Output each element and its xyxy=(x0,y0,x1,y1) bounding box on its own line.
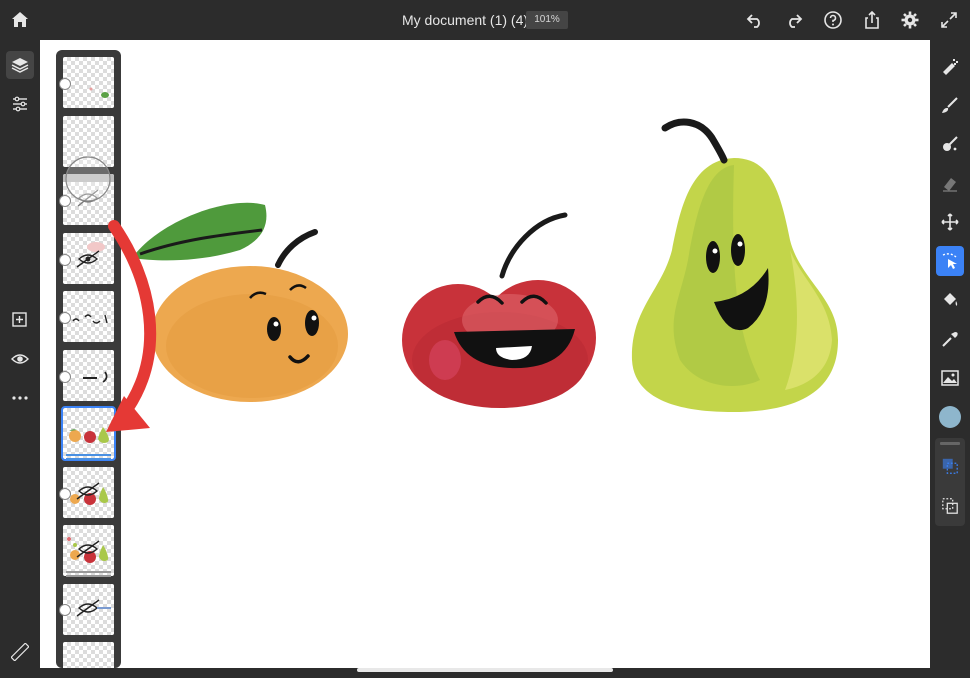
layer-link-icon[interactable] xyxy=(59,488,71,500)
color-swatch[interactable] xyxy=(939,406,961,428)
layer-link-icon[interactable] xyxy=(59,254,71,266)
pixel-brush-icon[interactable] xyxy=(936,51,964,81)
home-icon[interactable] xyxy=(9,9,31,31)
right-toolbar xyxy=(930,40,970,678)
layer-thumbnail[interactable] xyxy=(63,642,114,668)
layer-link-icon[interactable] xyxy=(59,312,71,324)
layer-group-divider xyxy=(66,454,111,456)
more-icon[interactable] xyxy=(6,384,34,412)
layer-link-icon[interactable] xyxy=(59,78,71,90)
layers-panel xyxy=(56,50,121,668)
help-icon[interactable] xyxy=(822,9,844,31)
layer-group-divider xyxy=(66,575,111,577)
layer-thumbnail-selected[interactable] xyxy=(61,406,116,461)
group-handle xyxy=(940,442,960,445)
fullscreen-icon[interactable] xyxy=(938,9,960,31)
layer-group-divider xyxy=(66,571,111,573)
undo-icon[interactable] xyxy=(744,9,766,31)
eyedropper-icon[interactable] xyxy=(936,324,964,354)
layer-thumbnail[interactable] xyxy=(63,525,114,576)
touch-loupe xyxy=(65,156,111,202)
layer-link-icon[interactable] xyxy=(59,604,71,616)
visibility-icon[interactable] xyxy=(6,345,34,373)
share-icon[interactable] xyxy=(861,9,883,31)
eraser-icon[interactable] xyxy=(936,168,964,198)
fill-icon[interactable] xyxy=(936,285,964,315)
apple-drawing xyxy=(402,212,596,408)
orange-drawing xyxy=(132,202,348,402)
vector-brush-icon[interactable] xyxy=(936,129,964,159)
selection-tools-group xyxy=(935,438,965,526)
layers-icon[interactable] xyxy=(6,51,34,79)
home-indicator[interactable] xyxy=(357,668,613,672)
left-toolbar xyxy=(0,40,40,678)
live-brush-icon[interactable] xyxy=(936,90,964,120)
selection-icon[interactable] xyxy=(936,246,964,276)
add-layer-icon[interactable] xyxy=(6,306,34,334)
document-title: My document (1) (4) xyxy=(402,12,529,28)
top-bar: My document (1) (4) 101% xyxy=(0,0,970,40)
layer-link-icon[interactable] xyxy=(59,371,71,383)
zoom-level[interactable]: 101% xyxy=(526,11,568,29)
redo-icon[interactable] xyxy=(783,9,805,31)
gear-icon[interactable] xyxy=(899,9,921,31)
pear-drawing xyxy=(631,118,838,412)
ruler-icon[interactable] xyxy=(6,638,34,666)
adjustments-icon[interactable] xyxy=(6,90,34,118)
image-icon[interactable] xyxy=(936,363,964,393)
canvas[interactable] xyxy=(40,40,930,668)
transform-icon[interactable] xyxy=(937,492,963,520)
mask-icon[interactable] xyxy=(937,452,963,480)
layer-group-divider xyxy=(66,458,111,460)
move-icon[interactable] xyxy=(936,207,964,237)
